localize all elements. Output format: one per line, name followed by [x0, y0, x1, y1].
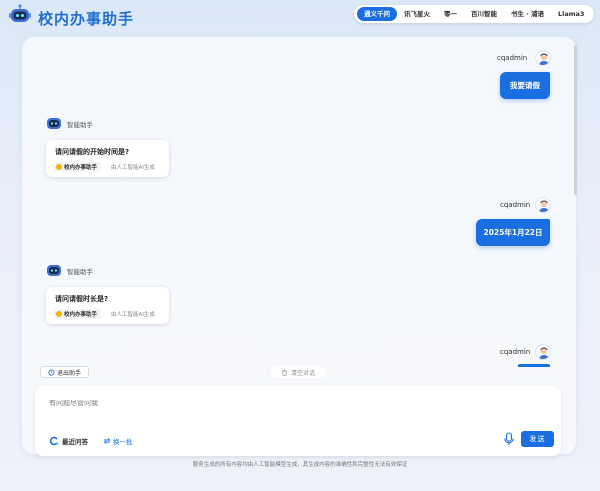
tab-llama3[interactable]: Llama3 [551, 7, 591, 21]
footer-disclaimer: 服务生成的所有内容均由人工智能模型生成，其生成内容的准确性和完整性无法有效保证 [192, 462, 408, 468]
exit-assistant-button[interactable]: 退出助手 [40, 366, 89, 378]
bot-avatar-icon [47, 118, 61, 129]
trash-icon [282, 369, 287, 376]
badge-dot-icon [56, 311, 62, 317]
user-avatar [535, 344, 551, 360]
user-name: cqadmin [500, 201, 531, 209]
source-badge: 校内办事助手 [54, 309, 102, 319]
source-label: 校内办事助手 [64, 312, 98, 318]
tab-shusheng[interactable]: 书生 · 浦语 [504, 7, 551, 21]
user-avatar [535, 50, 551, 66]
ai-generated-note: 由人工智能AI生成 [111, 312, 155, 318]
tab-tongyi[interactable]: 通义千问 [357, 7, 397, 21]
user-message-bubble-partial [518, 364, 550, 367]
user-name: cqadmin [500, 348, 531, 356]
ai-generated-note: 由人工智能AI生成 [111, 165, 155, 171]
bot-name: 智能助手 [67, 268, 93, 276]
bot-message-card: 请问请假的开始时间是? 校内办事助手 由人工智能AI生成 [46, 140, 169, 177]
bot-message-text: 请问请假的开始时间是? [55, 148, 130, 156]
swap-icon [103, 438, 111, 444]
microphone-icon[interactable] [503, 432, 515, 446]
refresh-batch-label: 换一批 [113, 438, 133, 446]
chat-input-box: 最近问答 换一批 发送 [35, 386, 561, 456]
refresh-batch-button[interactable]: 换一批 [103, 436, 133, 446]
tab-lingyi[interactable]: 零一 [437, 7, 464, 21]
tab-xunfei[interactable]: 讯飞星火 [397, 7, 437, 21]
recent-qa-button[interactable]: 最近问答 [49, 436, 88, 446]
app-title: 校内办事助手 [38, 10, 135, 28]
user-name: cqadmin [497, 54, 528, 62]
chat-input[interactable] [49, 400, 449, 407]
clear-conversation-button[interactable]: 清空对话 [271, 366, 325, 378]
scrollbar[interactable] [574, 45, 577, 195]
robot-logo-icon [9, 4, 31, 30]
exit-icon [48, 368, 55, 376]
user-message-bubble: 2025年1月22日 [476, 219, 550, 246]
user-message-bubble: 我要请假 [500, 72, 550, 99]
user-avatar [535, 197, 551, 213]
exit-assistant-label: 退出助手 [56, 369, 81, 377]
recent-qa-label: 最近问答 [62, 438, 88, 446]
recent-qa-icon [49, 436, 59, 446]
source-badge: 校内办事助手 [54, 162, 102, 172]
header: 校内办事助手 通义千问 讯飞星火 零一 百川智能 书生 · 浦语 Llama3 [0, 0, 600, 38]
bot-avatar-icon [47, 265, 61, 276]
send-button[interactable]: 发送 [521, 431, 554, 447]
bot-message-card: 请问请假时长是? 校内办事助手 由人工智能AI生成 [46, 287, 169, 324]
bot-name: 智能助手 [67, 121, 93, 129]
source-label: 校内办事助手 [64, 165, 98, 171]
model-tabs: 通义千问 讯飞星火 零一 百川智能 书生 · 浦语 Llama3 [354, 5, 595, 23]
badge-dot-icon [56, 164, 62, 170]
tab-baichuan[interactable]: 百川智能 [464, 7, 504, 21]
bot-message-text: 请问请假时长是? [55, 295, 109, 303]
clear-conversation-label: 清空对话 [290, 369, 315, 377]
